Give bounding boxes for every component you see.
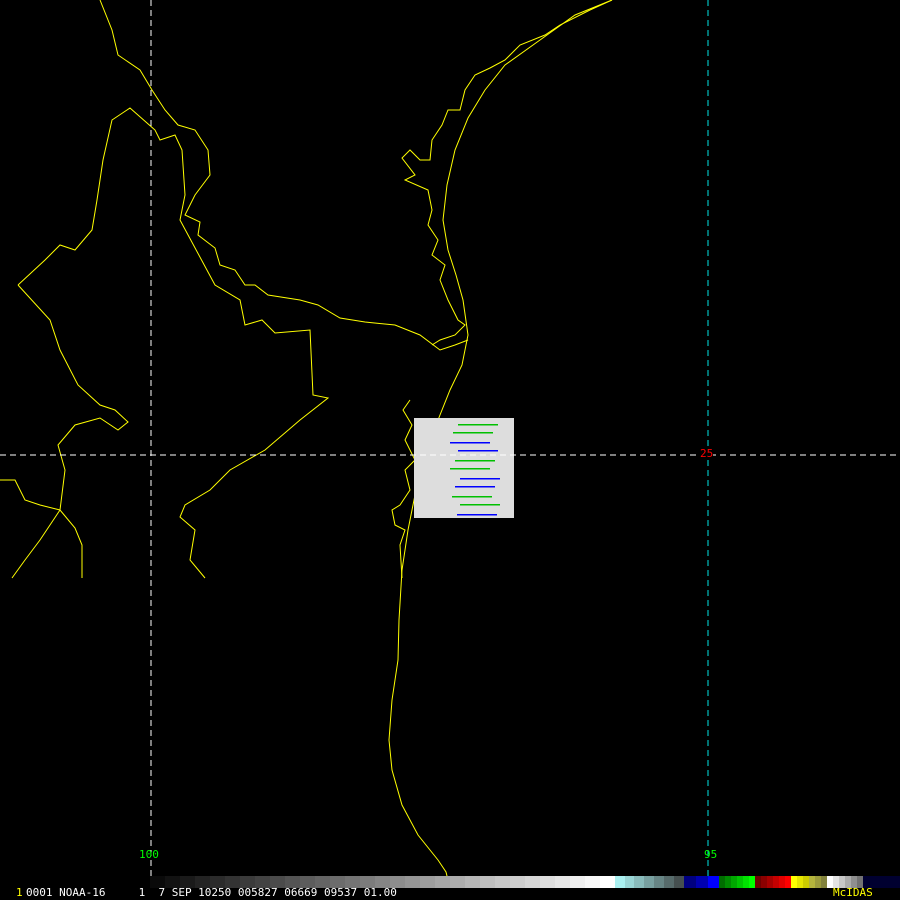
state-boundary-2 — [0, 479, 83, 578]
swath-scanline — [414, 484, 514, 486]
state-boundary-3 — [11, 509, 61, 579]
lat-label-25: 25 — [700, 447, 714, 460]
swath-scanline — [414, 444, 514, 446]
mcidas-brand: McIDAS — [833, 886, 873, 899]
swath-scanline — [414, 426, 514, 428]
swath-scanline — [414, 512, 514, 514]
satellite-image-frame: 100 95 25 1 0001 NOAA-16 1 7 SEP 10250 00… — [0, 0, 900, 900]
swath-scanline — [414, 434, 514, 436]
swath-scanline — [414, 456, 514, 458]
swath-scanline — [414, 418, 514, 420]
swath-color-streak — [458, 450, 498, 452]
swath-color-streak — [460, 504, 500, 506]
swath-scanline — [414, 464, 514, 466]
swath-scanline — [414, 482, 514, 484]
swath-color-streak — [457, 514, 497, 516]
swath-color-streak — [450, 442, 490, 444]
swath-scanline — [414, 502, 514, 504]
rio-grande-border — [99, 0, 469, 351]
swath-scanline — [414, 488, 514, 490]
map-overlay — [0, 0, 900, 881]
swath-scanline — [414, 492, 514, 494]
swath-scanline — [414, 466, 514, 468]
swath-scanline — [414, 436, 514, 438]
swath-scanline — [414, 428, 514, 430]
swath-scanline — [414, 476, 514, 478]
swath-scanline — [414, 452, 514, 454]
swath-scanline — [414, 422, 514, 424]
swath-scanline — [414, 458, 514, 460]
swath-scanline — [414, 472, 514, 474]
swath-color-streak — [458, 424, 498, 426]
swath-scanline — [414, 440, 514, 442]
swath-color-streak — [455, 486, 495, 488]
swath-scanline — [414, 462, 514, 464]
swath-scanline — [414, 470, 514, 472]
swath-scanline — [414, 474, 514, 476]
satellite-data-swath — [414, 418, 514, 518]
image-info-footer: 1 0001 NOAA-16 1 7 SEP 10250 005827 06669… — [0, 886, 900, 900]
swath-color-streak — [453, 432, 493, 434]
lon-label-95: 95 — [704, 848, 718, 861]
swath-scanline — [414, 516, 514, 518]
swath-scanline — [414, 506, 514, 508]
swath-scanline — [414, 500, 514, 502]
swath-scanline — [414, 480, 514, 482]
swath-scanline — [414, 494, 514, 496]
image-info-text: 0001 NOAA-16 1 7 SEP 10250 005827 06669 … — [26, 886, 397, 899]
frame-number: 1 — [16, 886, 23, 899]
swath-scanline — [414, 510, 514, 512]
lon-label-100: 100 — [139, 848, 159, 861]
state-boundary-4 — [17, 284, 129, 511]
swath-color-streak — [460, 478, 500, 480]
swath-scanline — [414, 508, 514, 510]
swath-scanline — [414, 490, 514, 492]
swath-color-streak — [452, 496, 492, 498]
swath-scanline — [414, 498, 514, 500]
swath-color-streak — [450, 468, 490, 470]
swath-color-streak — [455, 460, 495, 462]
state-boundary-1 — [17, 107, 330, 579]
swath-scanline — [414, 420, 514, 422]
swath-scanline — [414, 446, 514, 448]
swath-scanline — [414, 430, 514, 432]
swath-scanline — [414, 448, 514, 450]
coastline-mexico — [391, 399, 416, 579]
coastline-inner — [401, 0, 613, 346]
map-boundaries — [0, 0, 613, 881]
swath-scanline — [414, 438, 514, 440]
